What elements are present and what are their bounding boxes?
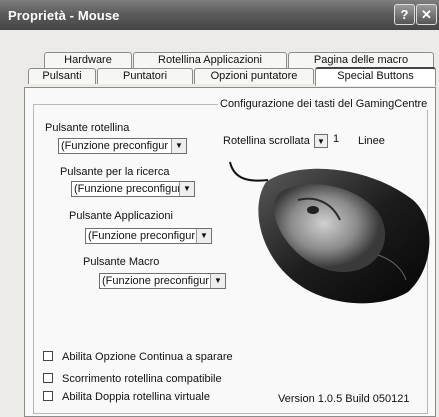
tab-label: Special Buttons: [337, 70, 414, 82]
select-rotellina[interactable]: (Funzione preconfigur ▼: [58, 138, 187, 154]
tab-opzioni-puntatore[interactable]: Opzioni puntatore: [194, 68, 314, 84]
select-value: (Funzione preconfigur: [88, 230, 196, 242]
help-icon: ?: [400, 7, 409, 22]
select-macro[interactable]: (Funzione preconfigur ▼: [99, 273, 226, 289]
checkbox-scorrimento-compatibile[interactable]: [43, 373, 53, 383]
title-bar: Proprietà - Mouse ? ✕: [0, 0, 439, 30]
chevron-down-icon: ▼: [210, 274, 225, 288]
tab-label: Pulsanti: [42, 70, 82, 82]
checkbox-label-scorrimento-compatibile: Scorrimento rotellina compatibile: [62, 373, 222, 385]
tab-puntatori[interactable]: Puntatori: [97, 68, 193, 84]
group-title: Configurazione dei tasti del GamingCentr…: [218, 98, 430, 110]
mouse-image: [229, 161, 430, 304]
scroll-unit: Linee: [358, 135, 385, 147]
chevron-down-icon: ▼: [171, 139, 186, 153]
help-button[interactable]: ?: [394, 4, 415, 25]
tab-label: Pagina delle macro: [313, 54, 409, 66]
chevron-down-icon: ▼: [179, 182, 194, 196]
tab-pulsanti[interactable]: Pulsanti: [28, 68, 96, 84]
button-label-ricerca: Pulsante per la ricerca: [60, 166, 170, 178]
tab-special-buttons[interactable]: Special Buttons: [315, 67, 436, 86]
tab-pagina-macro[interactable]: Pagina delle macro: [288, 52, 434, 68]
version-label: Version 1.0.5 Build 050121: [278, 393, 410, 405]
button-label-applicazioni: Pulsante Applicazioni: [69, 210, 173, 222]
select-ricerca[interactable]: (Funzione preconfigur ▼: [71, 181, 195, 197]
button-label-rotellina: Pulsante rotellina: [45, 122, 130, 134]
tab-hardware[interactable]: Hardware: [44, 52, 132, 68]
select-value: (Funzione preconfigur: [61, 140, 169, 152]
tab-label: Opzioni puntatore: [210, 70, 298, 82]
close-button[interactable]: ✕: [416, 4, 437, 25]
checkbox-label-doppia-rotellina: Abilita Doppia rotellina virtuale: [62, 391, 210, 403]
select-value: (Funzione preconfigur: [74, 183, 182, 195]
scroll-dropdown[interactable]: ▼: [314, 134, 328, 148]
window-title: Proprietà - Mouse: [8, 8, 120, 23]
checkbox-continua-sparare[interactable]: [43, 351, 53, 361]
checkbox-label-continua-sparare: Abilita Opzione Continua a sparare: [62, 351, 233, 363]
select-value: (Funzione preconfigur: [102, 275, 210, 287]
scroll-value[interactable]: 1: [333, 133, 339, 145]
tab-label: Rotellina Applicazioni: [158, 54, 262, 66]
scroll-label: Rotellina scrollata: [223, 135, 310, 147]
chevron-down-icon: ▼: [317, 137, 325, 146]
checkbox-doppia-rotellina[interactable]: [43, 391, 53, 401]
chevron-down-icon: ▼: [196, 229, 211, 243]
tab-label: Hardware: [64, 54, 112, 66]
tab-label: Puntatori: [122, 70, 168, 82]
select-applicazioni[interactable]: (Funzione preconfigur ▼: [85, 228, 212, 244]
tab-rotellina-applicazioni[interactable]: Rotellina Applicazioni: [133, 52, 287, 68]
close-icon: ✕: [421, 7, 432, 22]
button-label-macro: Pulsante Macro: [83, 256, 160, 268]
